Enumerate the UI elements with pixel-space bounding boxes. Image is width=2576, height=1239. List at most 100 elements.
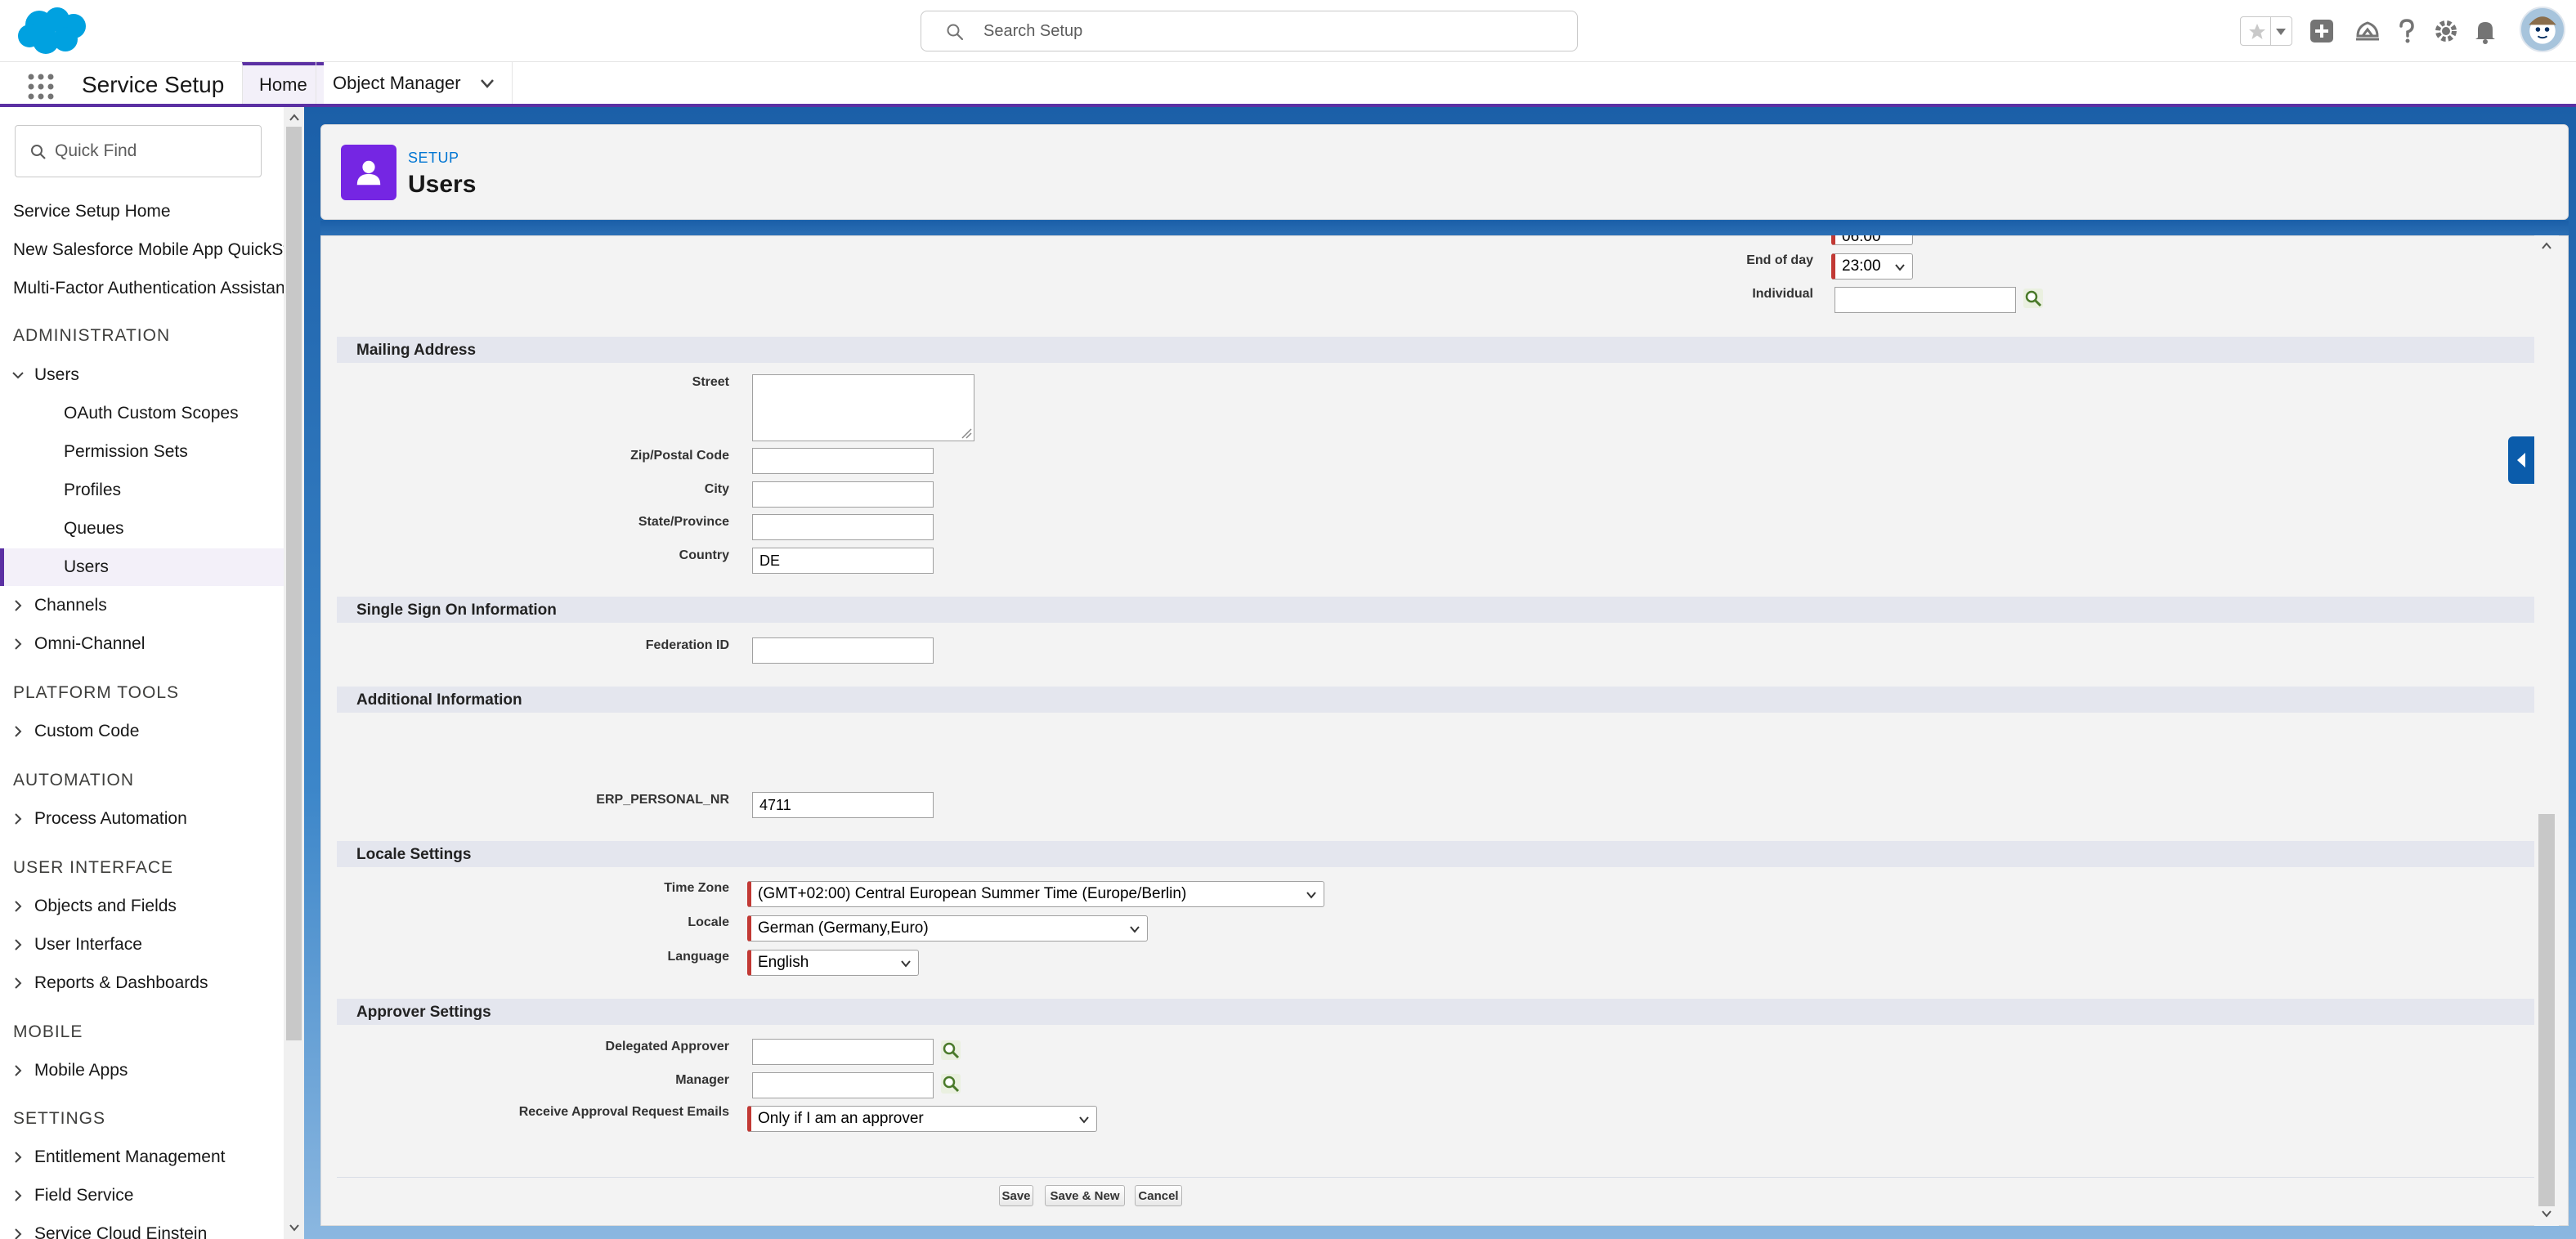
street-label: Street — [692, 375, 729, 389]
scroll-up-icon[interactable] — [2541, 240, 2552, 252]
form-scrollbar[interactable] — [2534, 235, 2559, 1226]
setup-gear-icon[interactable] — [2431, 16, 2461, 46]
sidebar-item-entitlement-management[interactable]: Entitlement Management — [0, 1138, 284, 1176]
lookup-icon[interactable] — [2023, 288, 2044, 309]
chevron-right-icon[interactable] — [11, 725, 25, 738]
receive-approval-emails-select[interactable]: Only if I am an approver — [747, 1106, 1097, 1132]
chevron-down-icon[interactable] — [11, 369, 25, 382]
sidebar-item-label: Omni-Channel — [34, 634, 146, 653]
sidebar-scroll-thumb[interactable] — [286, 127, 302, 1040]
sidebar-item-label: Entitlement Management — [34, 1147, 226, 1166]
chevron-down-icon[interactable] — [479, 75, 495, 92]
utility-panel-toggle[interactable] — [2508, 436, 2534, 484]
trailhead-icon[interactable] — [2353, 16, 2382, 46]
language-label: Language — [667, 950, 729, 964]
chevron-right-icon[interactable] — [11, 938, 25, 951]
locale-select[interactable]: German (Germany,Euro) — [747, 915, 1148, 942]
favorites-dropdown-icon[interactable] — [2275, 27, 2287, 37]
search-setup-input[interactable] — [983, 18, 1556, 44]
chevron-right-icon[interactable] — [11, 637, 25, 651]
cancel-button[interactable]: Cancel — [1135, 1185, 1182, 1206]
sidebar-item-field-service[interactable]: Field Service — [0, 1177, 284, 1214]
erp-personal-nr-input[interactable] — [752, 792, 934, 818]
chevron-right-icon[interactable] — [11, 1064, 25, 1077]
lookup-icon[interactable] — [940, 1073, 961, 1094]
chevron-right-icon[interactable] — [11, 1189, 25, 1202]
manager-input[interactable] — [752, 1072, 934, 1098]
save-button[interactable]: Save — [999, 1185, 1033, 1206]
section-settings: SETTINGS — [13, 1109, 106, 1128]
sidebar-item-permission-sets[interactable]: Permission Sets — [0, 433, 284, 471]
tab-object-manager[interactable]: Object Manager — [316, 62, 513, 104]
end-of-day-select[interactable]: 23:00 — [1831, 253, 1913, 280]
sidebar-item-label: Field Service — [34, 1186, 134, 1205]
sidebar-link-mfa-assistant[interactable]: Multi-Factor Authentication Assistant — [13, 279, 284, 298]
chevron-right-icon[interactable] — [11, 1228, 25, 1239]
user-avatar[interactable] — [2520, 7, 2565, 52]
end-of-day-label: End of day — [1746, 253, 1813, 267]
sidebar-item-users[interactable]: Users — [0, 548, 284, 586]
favorites-button-group[interactable] — [2240, 16, 2292, 46]
chevron-down-icon — [1130, 926, 1140, 933]
sidebar-item-label: Reports & Dashboards — [34, 973, 208, 992]
state-input[interactable] — [752, 514, 934, 540]
salesforce-cloud-logo[interactable] — [15, 7, 92, 57]
favorites-star-icon[interactable] — [2247, 22, 2267, 42]
chevron-right-icon[interactable] — [11, 977, 25, 990]
sidebar-link-service-setup-home[interactable]: Service Setup Home — [13, 202, 171, 221]
chevron-right-icon[interactable] — [11, 900, 25, 913]
sidebar-item-user-interface[interactable]: User Interface — [0, 926, 284, 964]
save-and-new-button[interactable]: Save & New — [1045, 1185, 1125, 1206]
scroll-down-icon[interactable] — [289, 1222, 300, 1233]
street-textarea[interactable] — [752, 374, 974, 441]
global-actions-icon[interactable] — [2307, 16, 2336, 46]
country-input[interactable] — [752, 548, 934, 574]
sidebar-item-label: Mobile Apps — [34, 1061, 128, 1080]
city-input[interactable] — [752, 481, 934, 508]
form-scroll-thumb[interactable] — [2538, 814, 2555, 1206]
sidebar-item-label: Objects and Fields — [34, 897, 177, 915]
setup-sidebar: Service Setup Home New Salesforce Mobile… — [0, 107, 284, 1239]
section-title: Single Sign On Information — [356, 602, 557, 619]
sidebar-item-reports-dashboards[interactable]: Reports & Dashboards — [0, 964, 284, 1002]
sidebar-item-channels[interactable]: Channels — [0, 587, 284, 624]
resize-handle-icon[interactable] — [961, 427, 972, 439]
federation-id-input[interactable] — [752, 637, 934, 664]
section-title: Additional Information — [356, 691, 522, 709]
sidebar-item-profiles[interactable]: Profiles — [0, 472, 284, 509]
zip-input[interactable] — [752, 448, 934, 474]
app-launcher-icon[interactable] — [26, 72, 56, 101]
sidebar-item-queues[interactable]: Queues — [0, 510, 284, 548]
sidebar-item-objects-fields[interactable]: Objects and Fields — [0, 888, 284, 925]
chevron-right-icon[interactable] — [11, 599, 25, 612]
chevron-right-icon[interactable] — [11, 812, 25, 825]
sidebar-item-process-automation[interactable]: Process Automation — [0, 800, 284, 838]
sidebar-item-omni-channel[interactable]: Omni-Channel — [0, 625, 284, 663]
chevron-right-icon[interactable] — [11, 1151, 25, 1164]
sidebar-item-oauth-scopes[interactable]: OAuth Custom Scopes — [0, 395, 284, 432]
scroll-up-icon[interactable] — [289, 112, 300, 123]
country-label: Country — [679, 548, 729, 562]
tab-home[interactable]: Home — [242, 62, 324, 104]
help-icon[interactable] — [2392, 16, 2421, 46]
end-of-day-value: 23:00 — [1842, 257, 1881, 275]
sidebar-item-mobile-apps[interactable]: Mobile Apps — [0, 1052, 284, 1089]
section-title: Locale Settings — [356, 846, 472, 863]
language-select[interactable]: English — [747, 950, 919, 976]
lookup-icon[interactable] — [940, 1040, 961, 1061]
delegated-approver-input[interactable] — [752, 1039, 934, 1065]
global-search-box[interactable] — [921, 11, 1578, 51]
sidebar-item-service-cloud-einstein[interactable]: Service Cloud Einstein — [0, 1215, 284, 1239]
individual-input[interactable] — [1835, 287, 2016, 313]
notifications-bell-icon[interactable] — [2471, 16, 2500, 46]
time-zone-select[interactable]: (GMT+02:00) Central European Summer Time… — [747, 881, 1324, 907]
sidebar-item-custom-code[interactable]: Custom Code — [0, 713, 284, 750]
section-approver-settings: Approver Settings — [337, 999, 2534, 1025]
sidebar-item-users-group[interactable]: Users — [0, 356, 284, 394]
app-name: Service Setup — [82, 72, 225, 97]
quick-find-box[interactable] — [15, 125, 262, 177]
sidebar-scrollbar[interactable] — [284, 107, 304, 1239]
scroll-down-icon[interactable] — [2541, 1208, 2552, 1219]
quick-find-input[interactable] — [55, 139, 251, 163]
sidebar-link-mobile-quickstart[interactable]: New Salesforce Mobile App QuickStart — [13, 240, 284, 260]
